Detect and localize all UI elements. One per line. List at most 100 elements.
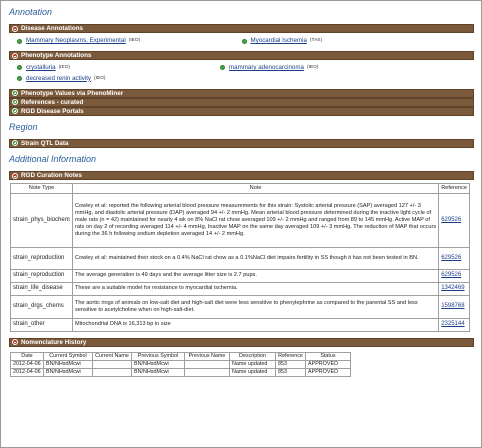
term-item: Myocardial Ischemia (TAS): [241, 37, 467, 45]
column-header: Reference: [438, 183, 470, 194]
term-item: crystalluria (IEO): [17, 64, 220, 72]
table-header-row: Note Type Note Reference: [10, 183, 470, 194]
current-symbol-cell: BN/NHsdMcwi: [43, 359, 93, 369]
expand-icon[interactable]: [12, 99, 18, 105]
previous-symbol-cell: BN/NHsdMcwi: [131, 359, 185, 369]
collapse-icon[interactable]: [12, 52, 18, 59]
bar-label: References - curated: [21, 98, 84, 106]
region-heading: Region: [9, 121, 38, 132]
column-header: Note: [71, 183, 440, 194]
curation-notes-table: Note Type Note Reference strain_phys_bio…: [10, 183, 470, 332]
reference-link[interactable]: 1342469: [441, 285, 464, 291]
current-name-cell: [92, 367, 132, 377]
column-header: Note Type: [10, 183, 73, 194]
column-header: Current Name: [92, 351, 132, 361]
disease-portals-bar[interactable]: RGD Disease Portals: [9, 106, 474, 116]
current-name-cell: [92, 359, 132, 369]
column-header: Previous Symbol: [131, 351, 185, 361]
column-header: Date: [10, 351, 44, 361]
date-cell: 2012-04-06: [10, 359, 44, 369]
column-header: Status: [305, 351, 351, 361]
phenotype-terms: crystalluria (IEO) mammary adenocarcinom…: [9, 60, 474, 89]
note-text: Cowley et al: maintained their stock on …: [71, 246, 440, 270]
phenominer-bar[interactable]: Phenotype Values via PhenoMiner: [9, 88, 474, 98]
strain-qtl-bar[interactable]: Strain QTL Data: [9, 138, 474, 148]
reference-link[interactable]: 1598768: [441, 303, 464, 309]
evidence-tag: (IEO): [128, 38, 141, 44]
curation-notes-bar[interactable]: RGD Curation Notes: [9, 171, 474, 180]
nomenclature-history-bar[interactable]: Nomenclature History: [9, 337, 474, 347]
date-cell: 2012-04-06: [10, 367, 44, 377]
column-header: Reference: [275, 351, 306, 361]
references-curated-bar[interactable]: References - curated: [9, 97, 474, 107]
bar-label: Disease Annotations: [21, 25, 84, 33]
note-text: Mitochondrial DNA is 16,313 bp in size: [71, 317, 440, 332]
expand-icon[interactable]: [12, 90, 18, 96]
green-dot-icon: [241, 38, 247, 44]
table-row: strain_drgs_chems The aortic rings of an…: [10, 294, 470, 319]
term-item: mammary adenocarcinoma (IEO): [220, 64, 466, 72]
table-row: strain_life_disease These are a suitable…: [10, 281, 470, 296]
collapse-icon[interactable]: [12, 339, 18, 346]
bar-label: RGD Disease Portals: [21, 107, 84, 115]
reference-link[interactable]: 629526: [441, 217, 461, 223]
table-row: strain_phys_biochem Cowley et al: report…: [10, 192, 470, 248]
column-header: Current Symbol: [43, 351, 93, 361]
table-row: 2012-04-06 BN/NHsdMcwi BN/NHsdMcwi Name …: [10, 359, 351, 369]
table-row: 2012-04-06 BN/NHsdMcwi BN/NHsdMcwi Name …: [10, 367, 351, 377]
bar-label: RGD Curation Notes: [21, 172, 82, 179]
additional-info-heading: Additional Information: [9, 153, 97, 164]
note-text: The aortic rings of animals on low-salt …: [71, 294, 440, 319]
term-link[interactable]: crystalluria: [26, 64, 56, 72]
term-link[interactable]: decreased renin activity: [26, 75, 91, 83]
green-dot-icon: [220, 65, 225, 71]
term-item: Mammary Neoplasms, Experimental (IEO): [17, 37, 242, 45]
term-link[interactable]: mammary adenocarcinoma: [229, 64, 304, 72]
reference-link[interactable]: 629526: [441, 272, 461, 278]
term-link[interactable]: Myocardial Ischemia: [251, 37, 307, 45]
table-row: strain_other Mitochondrial DNA is 16,313…: [10, 317, 470, 332]
note-text: Cowley et al: reported the following art…: [71, 192, 440, 248]
reference-link[interactable]: 2325144: [441, 321, 464, 327]
bar-label: Strain QTL Data: [21, 139, 69, 147]
green-dot-icon: [17, 38, 22, 44]
table-header-row: Date Current Symbol Current Name Previou…: [10, 351, 351, 361]
note-type: strain_other: [10, 317, 73, 332]
evidence-tag: (TAS): [309, 38, 323, 44]
green-dot-icon: [17, 76, 22, 82]
disease-annotations-bar[interactable]: Disease Annotations: [9, 24, 474, 34]
bar-label: Nomenclature History: [21, 338, 87, 346]
evidence-tag: (IEO): [94, 75, 106, 81]
expand-icon[interactable]: [12, 140, 18, 147]
reference-link[interactable]: 629526: [441, 255, 461, 261]
status-cell: APPROVED: [305, 359, 351, 369]
note-text: These are a suitable model for resistanc…: [71, 281, 440, 296]
column-header: Previous Name: [184, 351, 230, 361]
collapse-icon[interactable]: [12, 25, 18, 32]
nomenclature-table: Date Current Symbol Current Name Previou…: [10, 351, 351, 377]
reference-cell: 853: [275, 367, 306, 377]
phenotype-annotations-bar[interactable]: Phenotype Annotations: [9, 51, 474, 60]
note-type: strain_phys_biochem: [10, 192, 73, 248]
previous-name-cell: [184, 359, 230, 369]
status-cell: APPROVED: [305, 367, 351, 377]
reference-cell: 853: [275, 359, 306, 369]
expand-icon[interactable]: [12, 108, 18, 114]
page-frame: Annotation Disease Annotations Mammary N…: [0, 0, 482, 448]
current-symbol-cell: BN/NHsdMcwi: [43, 367, 93, 377]
term-link[interactable]: Mammary Neoplasms, Experimental: [26, 37, 126, 45]
annotation-heading: Annotation: [9, 7, 53, 17]
evidence-tag: (IEO): [306, 64, 319, 70]
note-type: strain_life_disease: [10, 281, 73, 296]
column-header: Description: [229, 351, 276, 361]
green-dot-icon: [17, 65, 22, 71]
note-type: strain_drgs_chems: [10, 294, 73, 319]
disease-terms: Mammary Neoplasms, Experimental (IEO) My…: [9, 33, 474, 51]
table-row: strain_reproduction Cowley et al: mainta…: [10, 246, 470, 270]
previous-name-cell: [184, 367, 230, 377]
note-type: strain_reproduction: [10, 268, 73, 283]
collapse-icon[interactable]: [12, 172, 18, 179]
description-cell: Name updated: [229, 367, 276, 377]
bar-label: Phenotype Annotations: [21, 52, 92, 59]
description-cell: Name updated: [229, 359, 276, 369]
